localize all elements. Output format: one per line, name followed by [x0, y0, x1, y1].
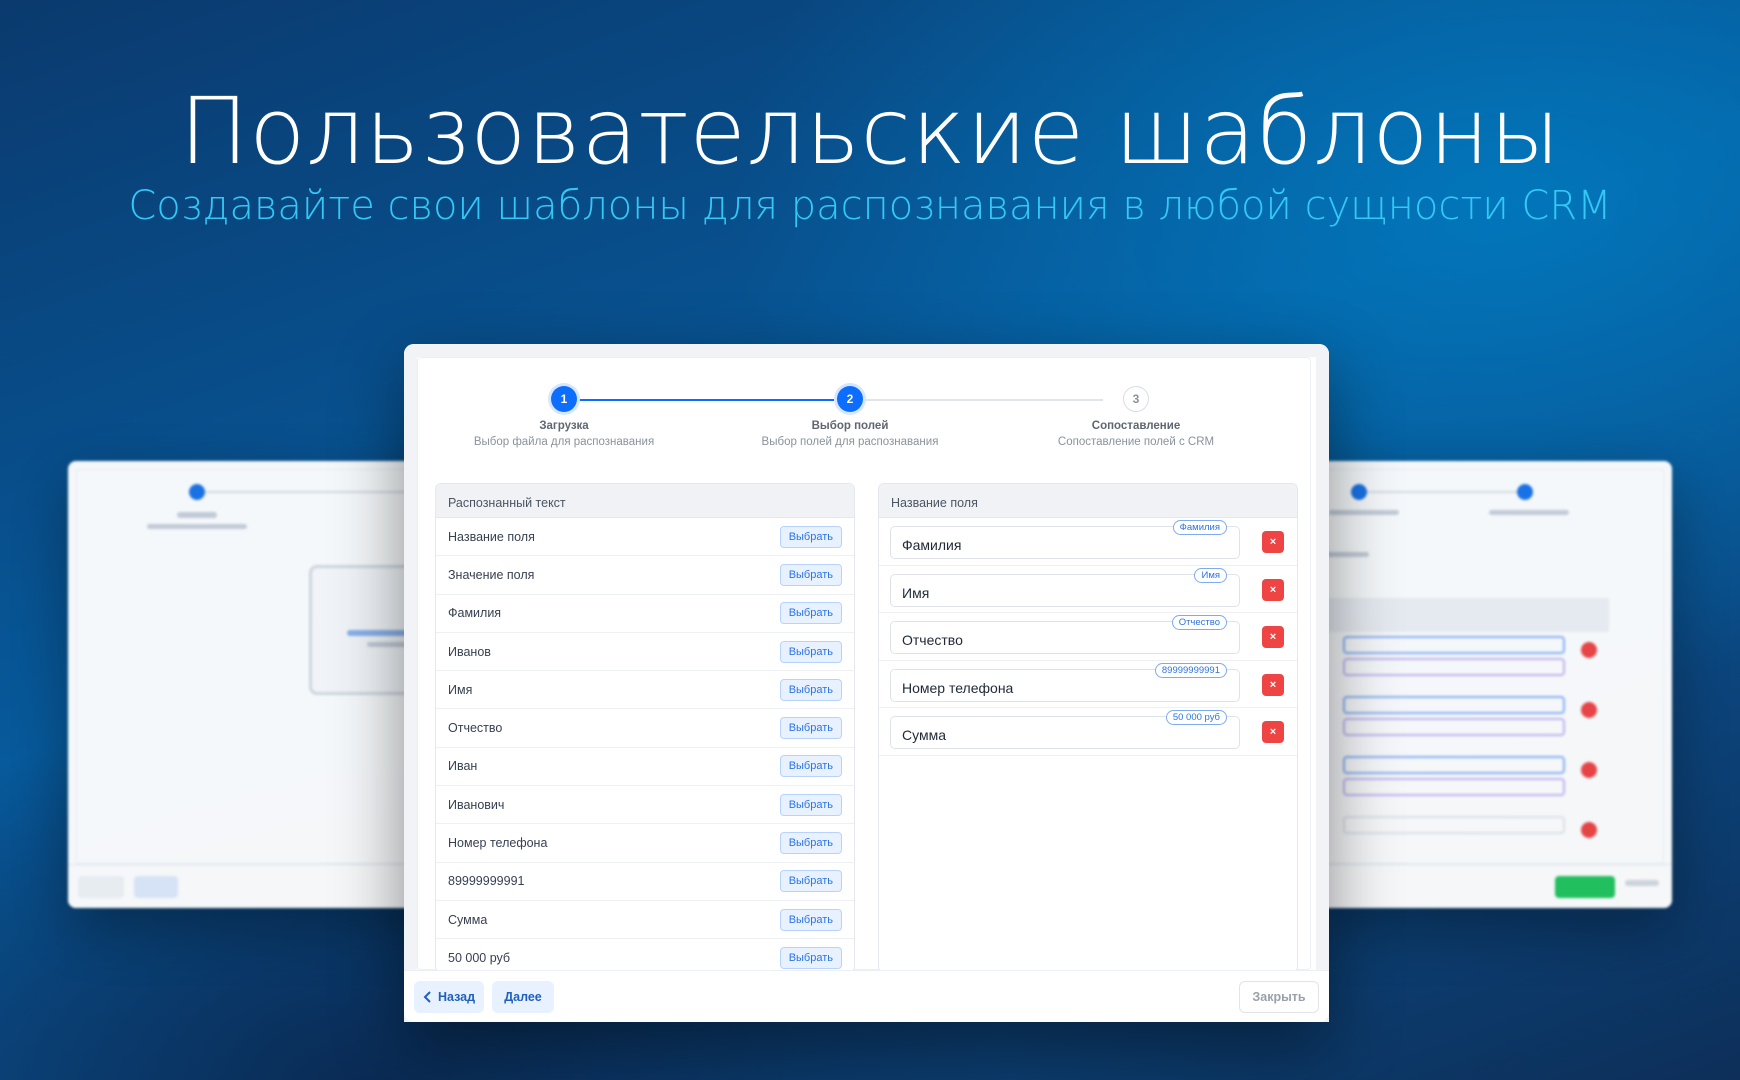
recognized-text-row: Иванов Выбрать: [436, 633, 854, 672]
recognized-text-value: Сумма: [448, 912, 488, 927]
field-name-text: Номер телефона: [902, 679, 1014, 696]
step-number: 2: [837, 386, 863, 412]
recognized-text-row: Иванович Выбрать: [436, 786, 854, 825]
field-row: Имя Имя ×: [879, 566, 1297, 614]
background-window-mapping: [1300, 461, 1672, 908]
recognized-text-value: 50 000 руб: [448, 950, 511, 965]
recognized-text-value: Иванов: [448, 644, 491, 659]
select-button[interactable]: Выбрать: [779, 563, 842, 586]
chevron-left-icon: [423, 991, 431, 1003]
field-row: Номер телефона 89999999991 ×: [879, 661, 1297, 709]
recognized-text-row: Значение поля Выбрать: [436, 556, 854, 595]
recognized-text-row: Фамилия Выбрать: [436, 595, 854, 633]
step-mapping[interactable]: 3 Сопоставление Сопоставление полей с CR…: [1006, 386, 1266, 448]
field-row: Фамилия Фамилия ×: [879, 518, 1297, 566]
step-desc: Выбор полей для распознавания: [761, 436, 939, 448]
step-select-fields[interactable]: 2 Выбор полей Выбор полей для распознава…: [720, 386, 980, 448]
step-title: Выбор полей: [811, 420, 889, 432]
recognized-text-value: 89999999991: [448, 874, 525, 889]
recognized-text-value: Иванович: [448, 797, 505, 812]
template-wizard-dialog: 1 Загрузка Выбор файла для распознавания…: [404, 344, 1329, 1022]
delete-field-button[interactable]: ×: [1262, 578, 1284, 601]
recognized-text-value: Имя: [448, 682, 473, 697]
select-button[interactable]: Выбрать: [779, 678, 842, 701]
close-label: Закрыть: [1252, 990, 1306, 1004]
close-icon: ×: [1269, 726, 1277, 739]
recognized-text-row: 89999999991 Выбрать: [436, 863, 854, 901]
select-button[interactable]: Выбрать: [779, 870, 842, 893]
recognized-text-value: Номер телефона: [448, 836, 548, 851]
step-title: Загрузка: [539, 420, 589, 432]
field-name-input[interactable]: Имя Имя: [890, 567, 1240, 607]
field-value-tag: Отчество: [1171, 615, 1227, 631]
delete-field-button[interactable]: ×: [1262, 721, 1284, 744]
recognized-text-row: 50 000 руб Выбрать: [436, 939, 854, 972]
close-icon: ×: [1269, 631, 1277, 644]
hero-subtitle: Создавайте свои шаблоны для распознавани…: [128, 183, 1612, 229]
field-name-text: Фамилия: [902, 537, 962, 553]
recognized-text-value: Отчество: [448, 721, 503, 736]
close-icon: ×: [1269, 536, 1277, 548]
step-title: Сопоставление: [1091, 420, 1181, 432]
back-button[interactable]: Назад: [414, 981, 484, 1013]
recognized-text-row: Отчество Выбрать: [436, 709, 854, 748]
select-button[interactable]: Выбрать: [779, 525, 842, 548]
step-desc: Сопоставление полей с CRM: [1057, 436, 1215, 448]
field-value-tag: Имя: [1194, 567, 1227, 583]
select-button[interactable]: Выбрать: [779, 908, 842, 931]
recognized-text-value: Иван: [448, 759, 478, 774]
step-desc: Выбор файла для распознавания: [473, 436, 655, 448]
recognized-text-value: Название поля: [448, 529, 535, 544]
select-button[interactable]: Выбрать: [779, 755, 842, 778]
wizard-content: 1 Загрузка Выбор файла для распознавания…: [417, 357, 1311, 973]
field-name-input[interactable]: Номер телефона 89999999991: [890, 662, 1240, 702]
delete-field-button[interactable]: ×: [1262, 626, 1284, 649]
select-button[interactable]: Выбрать: [779, 832, 842, 855]
hero-title: Пользовательские шаблоны: [179, 78, 1561, 185]
recognized-text-row: Номер телефона Выбрать: [436, 824, 854, 863]
field-name-text: Имя: [902, 584, 930, 601]
step-number: 3: [1123, 386, 1149, 412]
recognized-text-value: Значение поля: [448, 567, 535, 582]
select-button[interactable]: Выбрать: [779, 793, 842, 816]
field-name-text: Отчество: [902, 632, 963, 649]
panel-header: Название поля: [879, 484, 1297, 518]
field-name-input[interactable]: Отчество Отчество: [890, 615, 1240, 655]
dialog-footer: Назад Далее Закрыть: [404, 970, 1329, 1022]
close-button[interactable]: Закрыть: [1239, 981, 1319, 1013]
recognized-text-list: Название поля Выбрать Значение поля Выбрать…: [436, 518, 854, 972]
back-label: Назад: [437, 990, 476, 1004]
select-button[interactable]: Выбрать: [779, 640, 842, 663]
stepper: 1 Загрузка Выбор файла для распознавания…: [418, 358, 1310, 468]
field-name-input[interactable]: Фамилия Фамилия: [890, 520, 1240, 559]
step-upload[interactable]: 1 Загрузка Выбор файла для распознавания: [434, 386, 694, 448]
recognized-text-row: Имя Выбрать: [436, 671, 854, 710]
field-value-tag: 89999999991: [1154, 662, 1227, 678]
select-button[interactable]: Выбрать: [779, 946, 842, 969]
next-button[interactable]: Далее: [492, 981, 554, 1013]
delete-field-button[interactable]: ×: [1262, 531, 1284, 553]
select-button[interactable]: Выбрать: [779, 602, 842, 625]
recognized-text-panel: Распознанный текст Название поля Выбрать З…: [435, 483, 855, 973]
panel-header: Распознанный текст: [436, 484, 854, 518]
field-value-tag: Фамилия: [1172, 520, 1227, 535]
field-names-panel: Название поля Фамилия Фамилия × Имя Имя × Отче…: [878, 483, 1298, 973]
recognized-text-row: Сумма Выбрать: [436, 901, 854, 940]
delete-field-button[interactable]: ×: [1262, 673, 1284, 696]
recognized-text-value: Фамилия: [448, 606, 502, 621]
field-row: Отчество Отчество ×: [879, 613, 1297, 661]
next-label: Далее: [504, 990, 542, 1004]
recognized-text-row: Иван Выбрать: [436, 748, 854, 787]
select-button[interactable]: Выбрать: [779, 717, 842, 740]
field-name-text: Сумма: [902, 727, 946, 744]
step-number: 1: [551, 386, 577, 412]
field-value-tag: 50 000 руб: [1165, 710, 1227, 726]
recognized-text-row: Название поля Выбрать: [436, 518, 854, 557]
close-icon: ×: [1269, 583, 1277, 596]
close-icon: ×: [1269, 678, 1277, 691]
field-row: Сумма 50 000 руб ×: [879, 708, 1297, 756]
field-name-input[interactable]: Сумма 50 000 руб: [890, 710, 1240, 750]
field-names-list: Фамилия Фамилия × Имя Имя × Отчество Отчество × Н…: [879, 518, 1297, 756]
